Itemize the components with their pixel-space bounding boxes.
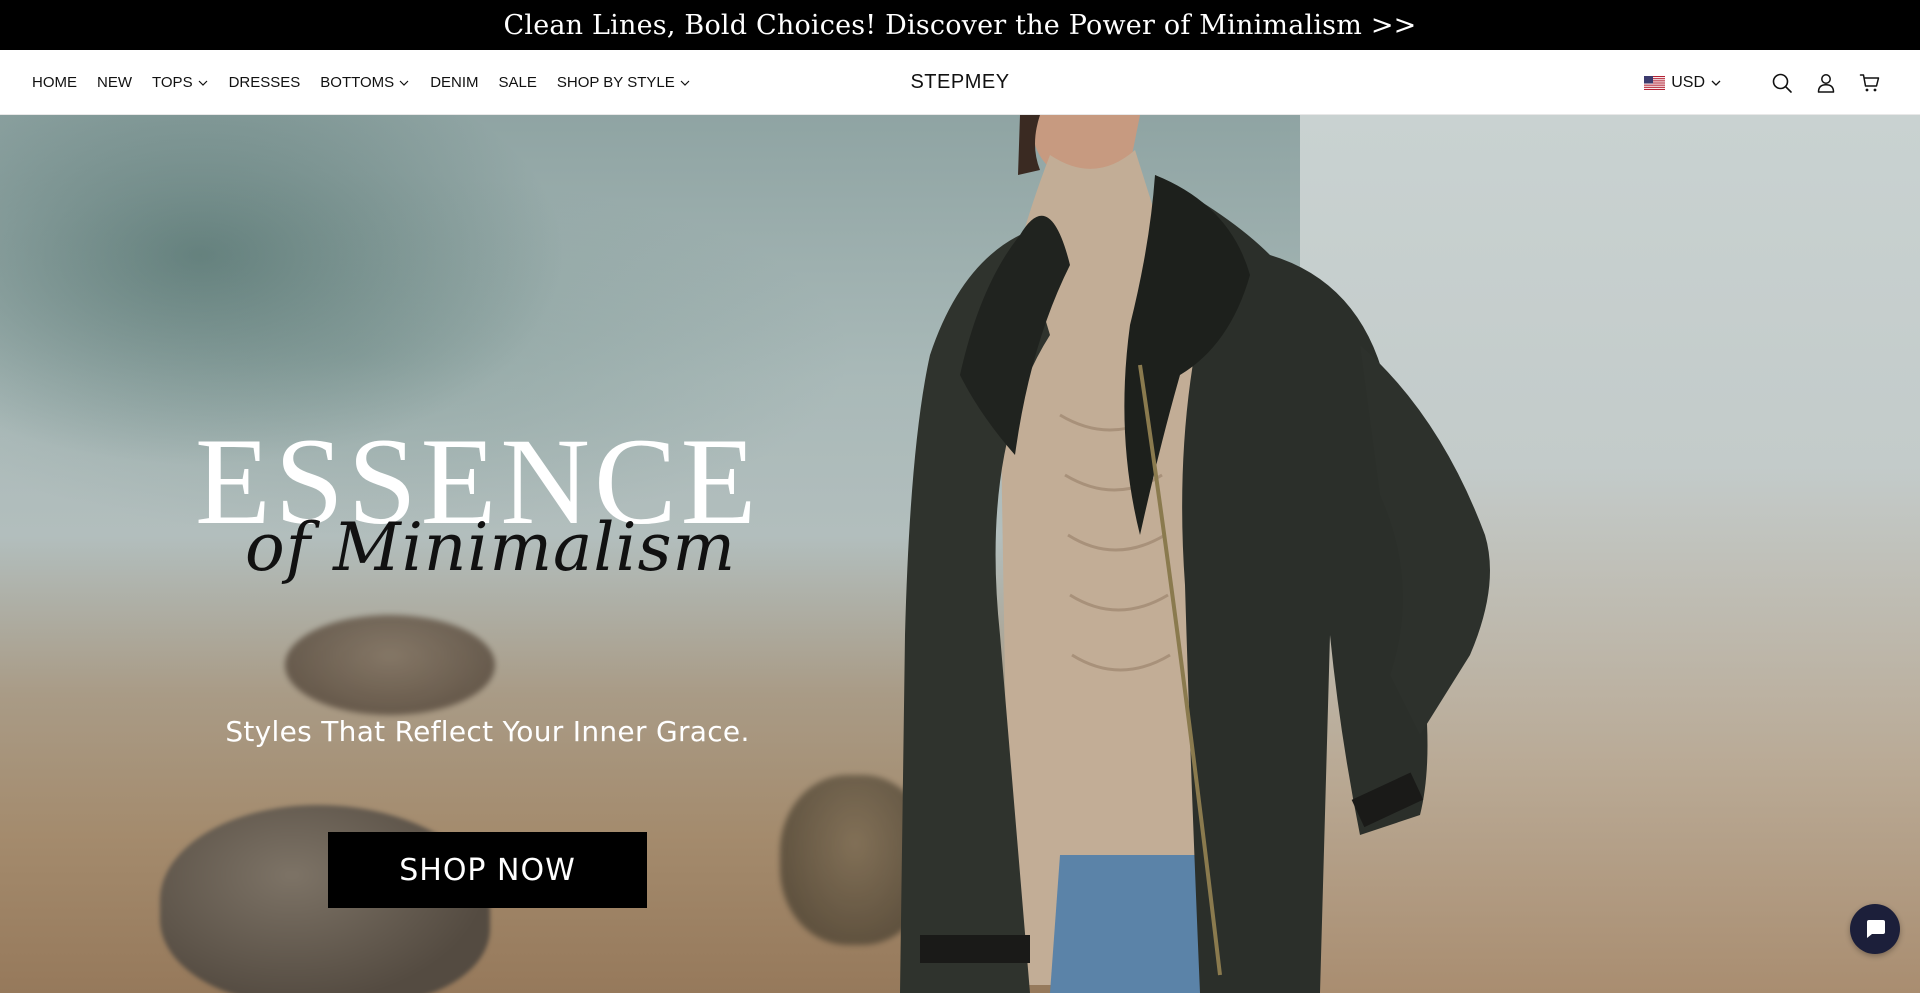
nav-item-denim[interactable]: DENIM (430, 74, 478, 91)
chat-bubble-icon (1867, 920, 1885, 938)
chevron-down-icon (198, 80, 208, 86)
currency-selector[interactable]: USD (1644, 74, 1722, 92)
chevron-down-icon (680, 80, 690, 86)
announcement-text[interactable]: Clean Lines, Bold Choices! Discover the … (504, 10, 1417, 41)
nav-item-dresses[interactable]: DRESSES (229, 74, 301, 91)
main-nav: HOME NEW TOPS DRESSES BOTTOMS DENIM SALE… (32, 50, 711, 115)
account-icon[interactable] (1814, 71, 1838, 95)
nav-item-label: SHOP BY STYLE (556, 74, 675, 91)
nav-item-label: SALE (498, 74, 537, 91)
nav-item-label: DRESSES (228, 74, 301, 91)
chevron-down-icon (1711, 80, 1721, 86)
nav-item-label: BOTTOMS (320, 74, 395, 91)
nav-item-tops[interactable]: TOPS (152, 74, 209, 91)
nav-item-sale[interactable]: SALE (499, 74, 537, 91)
us-flag-icon (1644, 75, 1666, 90)
search-icon[interactable] (1770, 71, 1794, 95)
chevron-down-icon (399, 80, 409, 86)
hero-bg-rock (285, 615, 495, 715)
shop-now-button[interactable]: SHOP NOW (328, 832, 647, 908)
chat-button[interactable] (1850, 904, 1900, 954)
currency-label: USD (1671, 73, 1705, 91)
site-header: HOME NEW TOPS DRESSES BOTTOMS DENIM SALE… (0, 50, 1920, 115)
cart-icon[interactable] (1858, 71, 1882, 95)
announcement-bar[interactable]: Clean Lines, Bold Choices! Discover the … (0, 0, 1920, 50)
nav-item-label: DENIM (430, 74, 479, 91)
nav-item-bottoms[interactable]: BOTTOMS (320, 74, 410, 91)
nav-item-label: HOME (32, 74, 77, 91)
nav-item-shop-by-style[interactable]: SHOP BY STYLE (557, 74, 691, 91)
nav-item-home[interactable]: HOME (32, 74, 77, 91)
nav-item-label: NEW (97, 74, 132, 91)
nav-item-new[interactable]: NEW (97, 74, 132, 91)
hero-script-title: of Minimalism (245, 509, 737, 586)
header-actions: USD (1644, 50, 1882, 115)
shop-now-label: SHOP NOW (399, 852, 576, 888)
hero-model-image (900, 115, 1490, 993)
hero-subtitle: Styles That Reflect Your Inner Grace. (225, 715, 750, 748)
brand-logo[interactable]: STEPMEY (910, 71, 1009, 94)
hero-banner[interactable]: ESSENCE of Minimalism Styles That Reflec… (0, 115, 1920, 993)
nav-item-label: TOPS (152, 74, 193, 91)
